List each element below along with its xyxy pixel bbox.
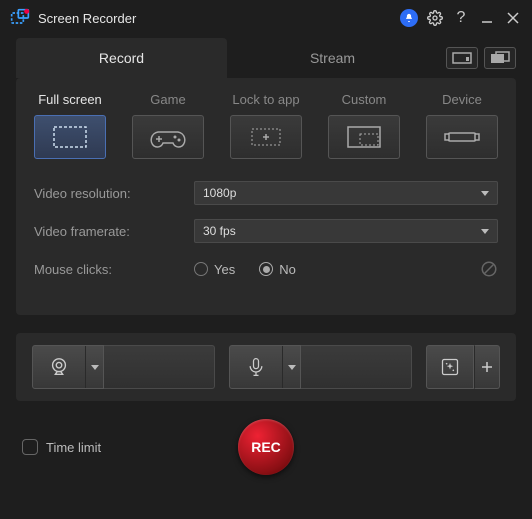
app-logo-icon [10,8,30,28]
settings-form: Video resolution: 1080p Video framerate:… [34,177,498,285]
minimize-button[interactable] [476,7,498,29]
tabs: Record Stream [16,38,516,78]
microphone-button[interactable] [229,345,301,389]
bell-icon [400,9,418,27]
microphone-level [301,345,412,389]
question-icon: ? [457,9,466,27]
window-rect-icon [452,52,472,64]
chevron-down-icon [288,365,296,370]
main: Record Stream Full screen Game Lock to a… [0,38,532,489]
device-icon [442,124,482,150]
source-strip [16,333,516,401]
chevron-down-icon [481,229,489,234]
mode-custom[interactable]: Custom [328,92,400,159]
mode-lock-to-app[interactable]: Lock to app [230,92,302,159]
resolution-select[interactable]: 1080p [194,181,498,205]
mouse-yes-radio[interactable]: Yes [194,262,235,277]
capture-modes: Full screen Game Lock to app Custom Devi… [34,92,498,159]
notifications-button[interactable] [398,7,420,29]
multi-window-button[interactable] [484,47,516,69]
record-button[interactable]: REC [238,419,294,475]
framerate-select[interactable]: 30 fps [194,219,498,243]
mode-full-screen[interactable]: Full screen [34,92,106,159]
add-overlay-button[interactable] [474,345,500,389]
titlebar: Screen Recorder ? [0,0,532,36]
resolution-label: Video resolution: [34,186,194,201]
tab-record[interactable]: Record [16,38,227,78]
time-limit-checkbox[interactable] [22,439,38,455]
footer: Time limit REC [16,419,516,475]
multi-window-icon [490,51,510,65]
close-icon [507,12,519,24]
close-button[interactable] [502,7,524,29]
gamepad-icon [148,124,188,150]
help-button[interactable]: ? [450,7,472,29]
gear-icon [427,10,443,26]
webcam-button[interactable] [32,345,104,389]
chevron-down-icon [481,191,489,196]
mode-game[interactable]: Game [132,92,204,159]
webcam-dropdown[interactable] [85,346,103,388]
overlay-button[interactable] [426,345,474,389]
framerate-label: Video framerate: [34,224,194,239]
time-limit-label: Time limit [46,440,101,455]
tab-stream[interactable]: Stream [227,38,438,78]
minimize-icon [481,12,493,24]
mouse-no-radio[interactable]: No [259,262,296,277]
chevron-down-icon [91,365,99,370]
microphone-icon [246,356,266,378]
full-screen-icon [50,124,90,150]
sparkle-icon [440,357,460,377]
mode-device[interactable]: Device [426,92,498,159]
mouse-clicks-label: Mouse clicks: [34,262,194,277]
settings-button[interactable] [424,7,446,29]
custom-region-icon [344,124,384,150]
microphone-dropdown[interactable] [282,346,300,388]
webcam-level [104,345,215,389]
lock-app-icon [246,124,286,150]
plus-icon [481,361,493,373]
record-panel: Full screen Game Lock to app Custom Devi… [16,78,516,315]
window-mode-button[interactable] [446,47,478,69]
webcam-icon [48,356,70,378]
disabled-icon [480,260,498,278]
app-title: Screen Recorder [38,11,394,26]
